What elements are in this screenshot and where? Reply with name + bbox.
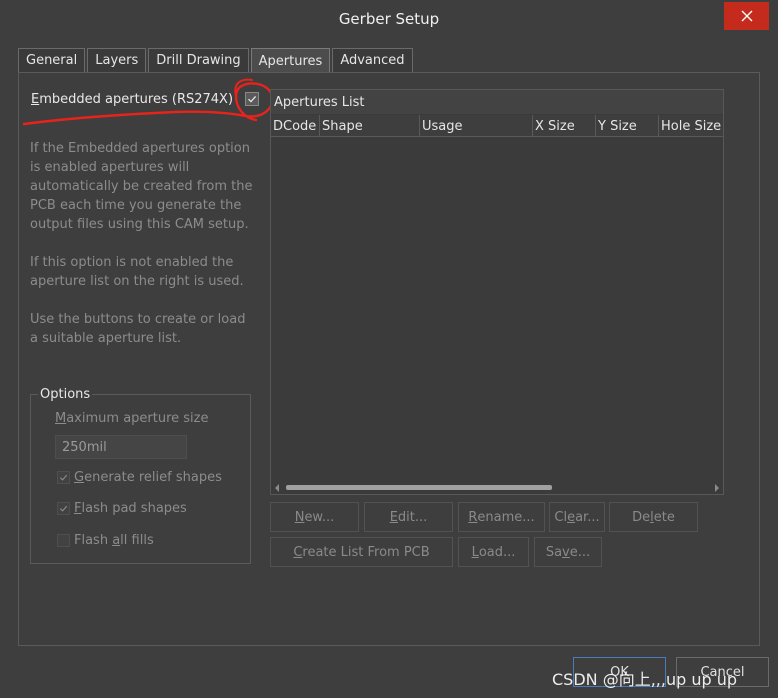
column-header-usage[interactable]: Usage [420, 115, 533, 136]
load-button[interactable]: Load... [458, 537, 529, 567]
check-icon [248, 95, 257, 103]
column-header-y-size[interactable]: Y Size [596, 115, 659, 136]
apertures-list-header: DCode Shape Usage X Size Y Size Hole Siz… [271, 115, 723, 137]
flash-all-fills-option[interactable]: Flash a ll fills [57, 533, 154, 548]
options-title: Options [38, 387, 93, 402]
tab-bar: General Layers Drill Drawing Apertures A… [18, 48, 415, 73]
csdn-watermark: CSDN @向上,,,up up up [552, 670, 738, 689]
horizontal-scrollbar[interactable] [271, 481, 723, 494]
save-button[interactable]: Sa v e... [534, 537, 602, 567]
apertures-list-title: Apertures List [271, 90, 723, 114]
clear-button[interactable]: Cl e ar... [549, 502, 605, 532]
column-header-x-size[interactable]: X Size [533, 115, 596, 136]
delete-button[interactable]: De l ete [609, 502, 698, 532]
embedded-apertures-checkbox[interactable] [245, 92, 259, 106]
column-header-shape[interactable]: Shape [320, 115, 420, 136]
info-text-1: If the Embedded apertures option is enab… [30, 141, 253, 232]
column-header-dcode[interactable]: DCode [271, 115, 320, 136]
max-aperture-size-input[interactable]: 250mil [55, 435, 187, 459]
tab-advanced[interactable]: Advanced [332, 48, 413, 72]
close-icon [741, 10, 752, 22]
flash-all-fills-checkbox[interactable] [57, 534, 70, 547]
apertures-list[interactable] [270, 89, 724, 495]
check-icon [59, 474, 68, 481]
check-icon [59, 505, 68, 512]
max-aperture-size-label: Maximum aperture size [55, 411, 209, 426]
window-title: Gerber Setup [338, 10, 440, 28]
scrollbar-thumb[interactable] [286, 485, 552, 490]
close-button[interactable] [724, 2, 769, 30]
info-text-3: Use the buttons to create or load a suit… [30, 312, 246, 346]
tab-layers[interactable]: Layers [87, 48, 147, 72]
rename-button[interactable]: Rename... [458, 502, 545, 532]
new-button[interactable]: New... [270, 502, 359, 532]
create-list-from-pcb-button[interactable]: Create List From PCB [270, 537, 453, 567]
column-header-hole-size[interactable]: Hole Size [659, 115, 723, 136]
embedded-apertures-label[interactable]: Embedded apertures (RS274X) [31, 92, 233, 107]
generate-relief-checkbox[interactable] [57, 471, 70, 484]
title-bar: Gerber Setup [0, 0, 778, 38]
scroll-left-icon[interactable] [275, 484, 279, 492]
flash-pad-checkbox[interactable] [57, 502, 70, 515]
edit-button[interactable]: Edit... [364, 502, 453, 532]
info-text-2: If this option is not enabled the apertu… [30, 255, 244, 289]
tab-general[interactable]: General [18, 48, 86, 72]
flash-pad-option[interactable]: Flash pad shapes [57, 501, 187, 516]
scroll-right-icon[interactable] [715, 484, 719, 492]
tab-drill-drawing[interactable]: Drill Drawing [148, 48, 249, 72]
tab-apertures[interactable]: Apertures [250, 48, 331, 73]
generate-relief-option[interactable]: Generate relief shapes [57, 470, 222, 485]
